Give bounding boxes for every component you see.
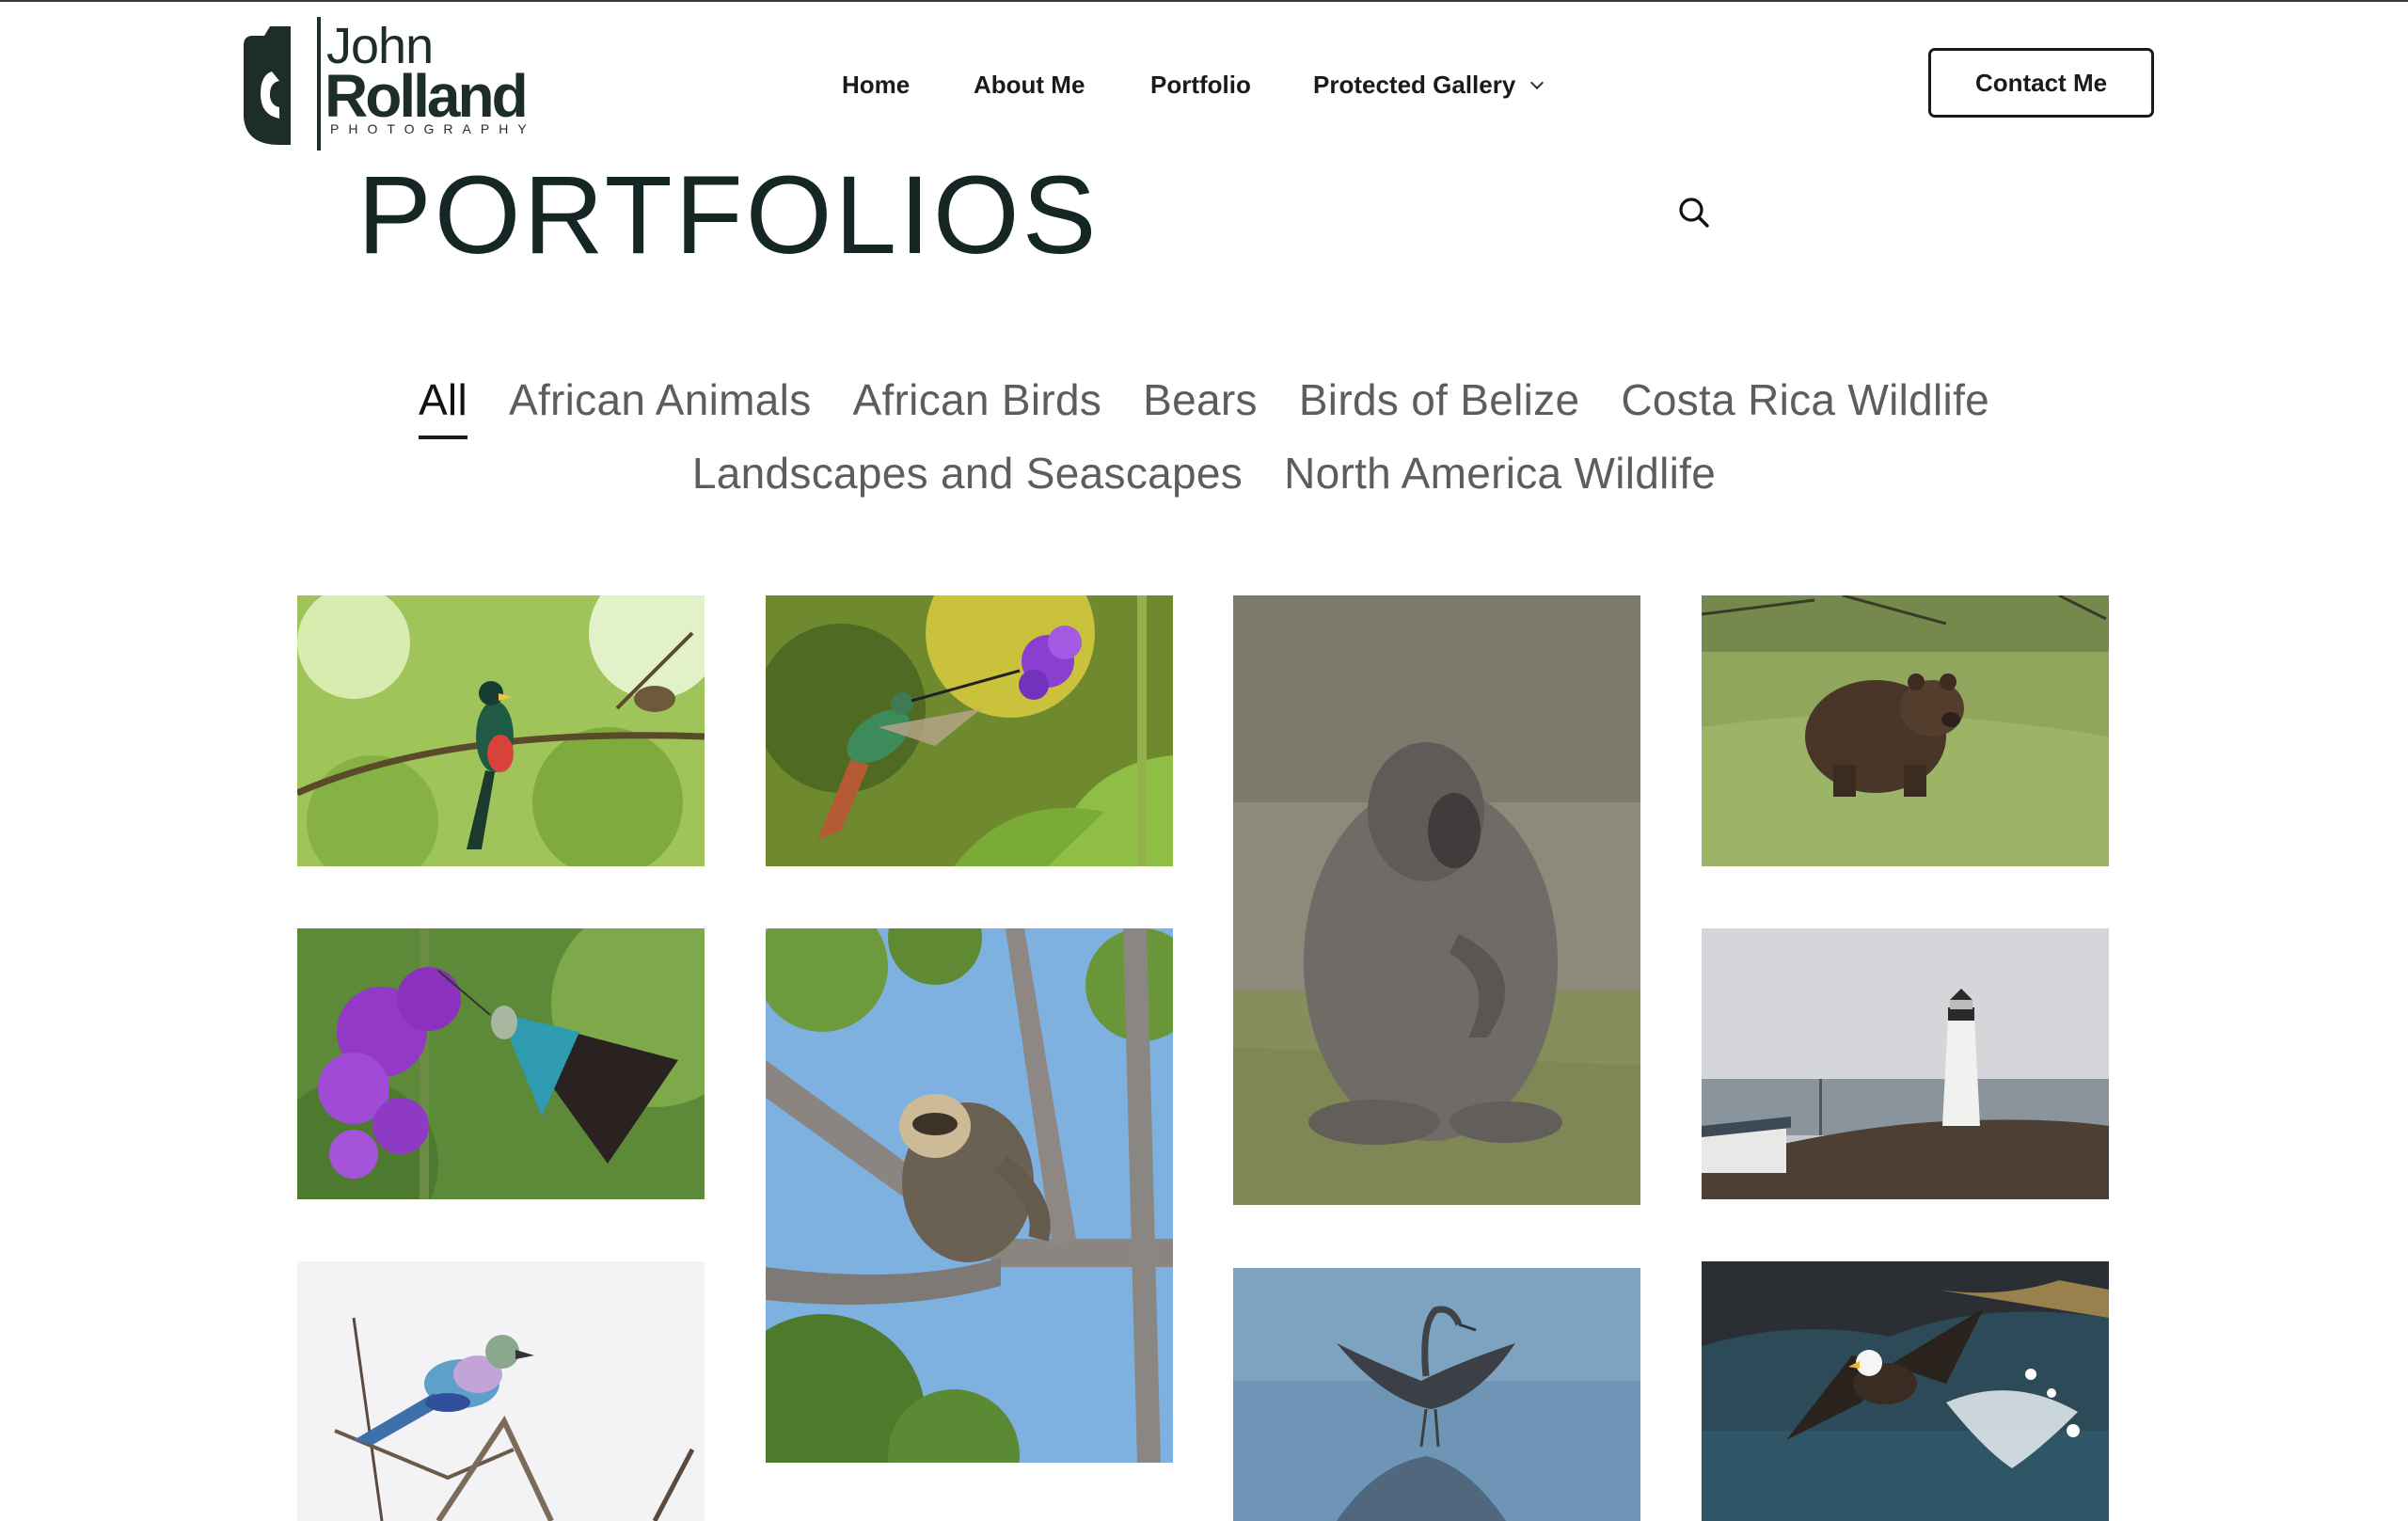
nav-home[interactable]: Home bbox=[842, 66, 910, 103]
top-border bbox=[0, 0, 2408, 2]
filter-tab-african-animals[interactable]: African Animals bbox=[509, 376, 812, 424]
gallery-image-bear[interactable] bbox=[1702, 595, 2109, 866]
filter-tab-landscapes-and-seascapes[interactable]: Landscapes and Seascapes bbox=[692, 450, 1243, 498]
nav-portfolio[interactable]: Portfolio bbox=[1150, 66, 1251, 103]
gallery-image-bald-eagle[interactable] bbox=[1702, 1261, 2109, 1521]
gallery-image-lilac-breasted-roller[interactable] bbox=[297, 1261, 705, 1521]
filter-row: Landscapes and Seascapes North America W… bbox=[0, 450, 2408, 523]
gallery-image-hummingbird[interactable] bbox=[766, 595, 1173, 866]
nav-about-me[interactable]: About Me bbox=[974, 66, 1085, 103]
heron-photo bbox=[1233, 1268, 1640, 1521]
site-logo[interactable]: John Rolland PHOTOGRAPHY bbox=[240, 17, 550, 151]
bear-photo bbox=[1702, 595, 2109, 866]
eagle-photo bbox=[1702, 1261, 2109, 1521]
hummingbird-photo bbox=[766, 595, 1173, 866]
butterfly-photo bbox=[297, 928, 705, 1199]
logo-tagline: PHOTOGRAPHY bbox=[330, 121, 536, 136]
gallery-image-trogon[interactable] bbox=[297, 595, 705, 866]
page-title: PORTFOLIOS bbox=[357, 153, 1100, 277]
contact-me-button[interactable]: Contact Me bbox=[1928, 48, 2154, 118]
gallery-image-lighthouse[interactable] bbox=[1702, 928, 2109, 1199]
chevron-down-icon bbox=[1530, 75, 1545, 90]
gallery-image-baboon[interactable] bbox=[1233, 595, 1640, 1205]
roller-photo bbox=[297, 1261, 705, 1521]
filter-tab-all[interactable]: All bbox=[418, 376, 468, 439]
filter-tab-north-america-wildlife[interactable]: North America Wildlife bbox=[1284, 450, 1716, 498]
trogon-photo bbox=[297, 595, 705, 866]
portfolio-filters: All African Animals African Birds Bears … bbox=[0, 376, 2408, 523]
filter-tab-african-birds[interactable]: African Birds bbox=[853, 376, 1102, 424]
gallery-image-heron[interactable] bbox=[1233, 1268, 1640, 1521]
search-icon[interactable] bbox=[1678, 197, 1710, 229]
filter-tab-costa-rica-wildlife[interactable]: Costa Rica Wildlife bbox=[1621, 376, 1989, 424]
sloth-photo bbox=[766, 928, 1173, 1463]
filter-tab-birds-of-belize[interactable]: Birds of Belize bbox=[1299, 376, 1580, 424]
nav-protected-gallery[interactable]: Protected Gallery bbox=[1313, 66, 1545, 103]
filter-row: All African Animals African Birds Bears … bbox=[0, 376, 2408, 450]
lighthouse-photo bbox=[1702, 928, 2109, 1199]
gallery-image-sloth[interactable] bbox=[766, 928, 1173, 1463]
gallery-image-butterfly[interactable] bbox=[297, 928, 705, 1199]
nav-protected-gallery-label: Protected Gallery bbox=[1313, 71, 1516, 99]
filter-tab-bears[interactable]: Bears bbox=[1143, 376, 1258, 424]
logo-name-last: Rolland bbox=[325, 62, 529, 130]
camera-logo-icon bbox=[244, 17, 321, 151]
baboon-photo bbox=[1233, 595, 1640, 1205]
